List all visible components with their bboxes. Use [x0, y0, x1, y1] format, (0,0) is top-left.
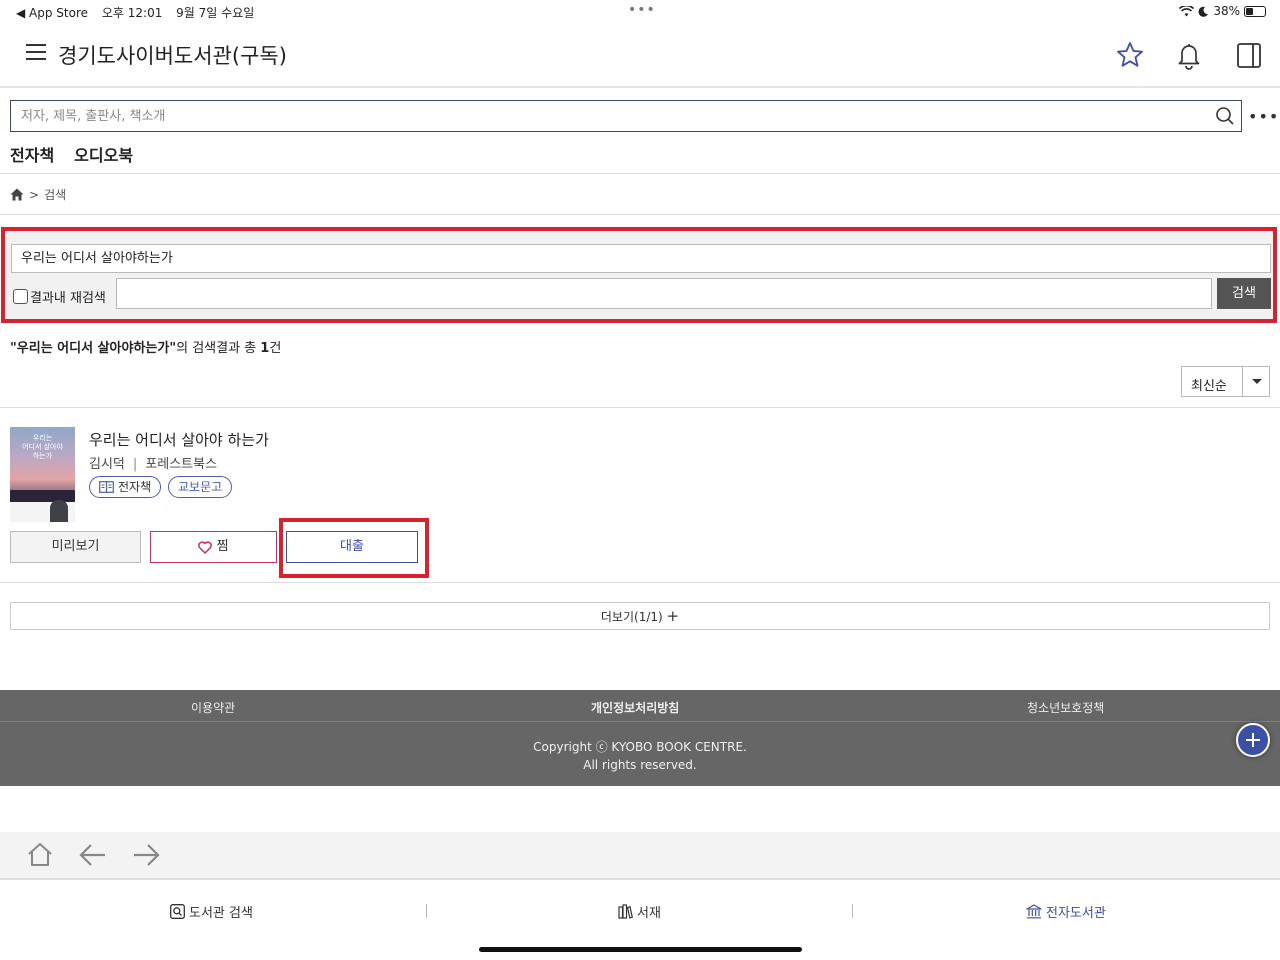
preview-button[interactable]: 미리보기 — [10, 531, 141, 563]
tab-e-library-label: 전자도서관 — [1046, 906, 1106, 921]
global-search-input[interactable] — [11, 101, 1201, 131]
divider — [0, 407, 1280, 408]
battery-icon — [1244, 5, 1266, 17]
footer-links: 이용약관 개인정보처리방침 청소년보호정책 — [0, 690, 1280, 722]
more-options-icon[interactable]: ••• — [1248, 107, 1279, 126]
source-badge: 교보문고 — [168, 476, 233, 498]
back-to-app-store[interactable]: ◀ App Store — [16, 6, 88, 20]
tab-bookshelf-label: 서재 — [637, 906, 661, 921]
tab-audiobook[interactable]: 오디오북 — [74, 142, 133, 172]
multitasking-dots[interactable]: ••• — [628, 2, 656, 18]
copyright-line-2: All rights reserved. — [583, 758, 697, 772]
forward-arrow-icon[interactable] — [132, 842, 160, 868]
battery-level-fill — [1246, 7, 1253, 15]
divider — [0, 582, 1280, 583]
tab-ebook[interactable]: 전자책 — [10, 142, 54, 172]
search-icon[interactable] — [1215, 106, 1235, 126]
global-search-bar — [10, 100, 1242, 132]
requery-option: 결과내 재검색 — [13, 287, 106, 306]
footer-copyright: Copyright ⓒ KYOBO BOOK CENTRE. All right… — [0, 738, 1280, 774]
search-panel-highlight: 우리는 어디서 살아야하는가 결과내 재검색 검색 — [1, 227, 1277, 323]
app-title: 경기도사이버도서관(구독) — [58, 44, 287, 68]
result-unit: 건 — [269, 341, 282, 356]
bookshelf-icon — [618, 904, 633, 919]
requery-input[interactable] — [116, 278, 1212, 309]
requery-checkbox[interactable] — [13, 289, 28, 304]
plus-icon: + — [666, 607, 680, 625]
status-bar: ◀ App Store 오후 12:01 9월 7일 수요일 ••• 38% — [0, 0, 1280, 24]
requery-label: 결과내 재검색 — [30, 291, 106, 306]
chevron-down-icon[interactable] — [1242, 367, 1270, 396]
floating-plus-button[interactable] — [1236, 723, 1270, 757]
browser-nav-bar — [0, 832, 1280, 880]
library-search-icon — [170, 904, 185, 919]
back-arrow-icon[interactable] — [79, 842, 107, 868]
home-icon[interactable] — [10, 188, 24, 201]
book-meta: 김시덕 | 포레스트북스 — [89, 453, 217, 472]
category-tabs: 전자책 오디오북 — [10, 142, 133, 172]
divider — [0, 173, 1280, 174]
bottom-tab-bar: 도서관 검색 서재 전자도서관 — [0, 882, 1280, 940]
cover-art-figure — [50, 500, 68, 522]
tab-e-library[interactable]: 전자도서관 — [1026, 902, 1106, 921]
loan-button[interactable]: 대출 — [286, 531, 418, 563]
copyright-line-1: Copyright ⓒ KYOBO BOOK CENTRE. — [533, 740, 747, 754]
result-query: "우리는 어디서 살아야하는가" — [10, 341, 177, 356]
meta-separator: | — [132, 457, 138, 472]
footer-link-terms[interactable]: 이용약관 — [191, 699, 235, 716]
search-submit-button[interactable]: 검색 — [1217, 278, 1271, 309]
book-publisher: 포레스트북스 — [145, 457, 218, 472]
book-title[interactable]: 우리는 어디서 살아야 하는가 — [89, 429, 269, 450]
battery-percent: 38% — [1213, 4, 1240, 18]
breadcrumb: > 검색 — [10, 186, 66, 203]
book-open-icon — [99, 481, 114, 493]
breadcrumb-current: 검색 — [44, 188, 67, 202]
book-cover-title: 우리는 어디서 살아야 하는가 — [22, 434, 63, 460]
status-date: 9월 7일 수요일 — [176, 6, 255, 20]
breadcrumb-separator: > — [29, 187, 40, 202]
load-more-label: 더보기(1/1) — [600, 610, 663, 624]
tab-separator — [426, 904, 427, 918]
wishlist-label: 찜 — [216, 539, 229, 554]
tab-bookshelf[interactable]: 서재 — [618, 902, 661, 921]
site-footer: 이용약관 개인정보처리방침 청소년보호정책 Copyright ⓒ KYOBO … — [0, 690, 1280, 786]
home-indicator[interactable] — [479, 947, 802, 952]
result-suffix: 의 검색결과 총 — [176, 341, 261, 356]
divider — [0, 214, 1280, 215]
star-icon[interactable] — [1115, 40, 1145, 70]
wishlist-button[interactable]: 찜 — [150, 531, 277, 563]
tab-separator — [852, 904, 853, 918]
bookshelf-sidebar-icon[interactable] — [1234, 40, 1264, 70]
format-badge: 전자책 — [89, 476, 162, 498]
book-author: 김시덕 — [89, 457, 125, 472]
tab-library-search-label: 도서관 검색 — [189, 906, 253, 921]
status-time: 오후 12:01 — [101, 6, 163, 20]
wifi-icon — [1179, 5, 1195, 16]
sort-dropdown[interactable]: 최신순 — [1181, 366, 1270, 397]
search-query-field[interactable]: 우리는 어디서 살아야하는가 — [11, 244, 1271, 273]
result-summary: "우리는 어디서 살아야하는가"의 검색결과 총 1건 — [10, 337, 281, 356]
moon-icon — [1198, 6, 1209, 17]
tab-library-search[interactable]: 도서관 검색 — [170, 902, 253, 921]
format-badge-label: 전자책 — [118, 480, 152, 494]
heart-icon — [198, 540, 213, 554]
hamburger-menu-icon[interactable] — [26, 44, 46, 62]
library-building-icon — [1026, 904, 1042, 919]
footer-link-youth[interactable]: 청소년보호정책 — [1027, 699, 1104, 716]
sort-selected: 최신순 — [1191, 379, 1227, 394]
app-header: 경기도사이버도서관(구독) — [0, 24, 1280, 88]
bell-icon[interactable] — [1174, 40, 1204, 70]
result-count: 1 — [260, 341, 270, 356]
load-more-button[interactable]: 더보기(1/1) + — [10, 602, 1270, 630]
footer-link-privacy[interactable]: 개인정보처리방침 — [591, 699, 679, 716]
home-icon[interactable] — [27, 842, 53, 868]
book-cover[interactable]: 우리는 어디서 살아야 하는가 — [10, 427, 75, 522]
